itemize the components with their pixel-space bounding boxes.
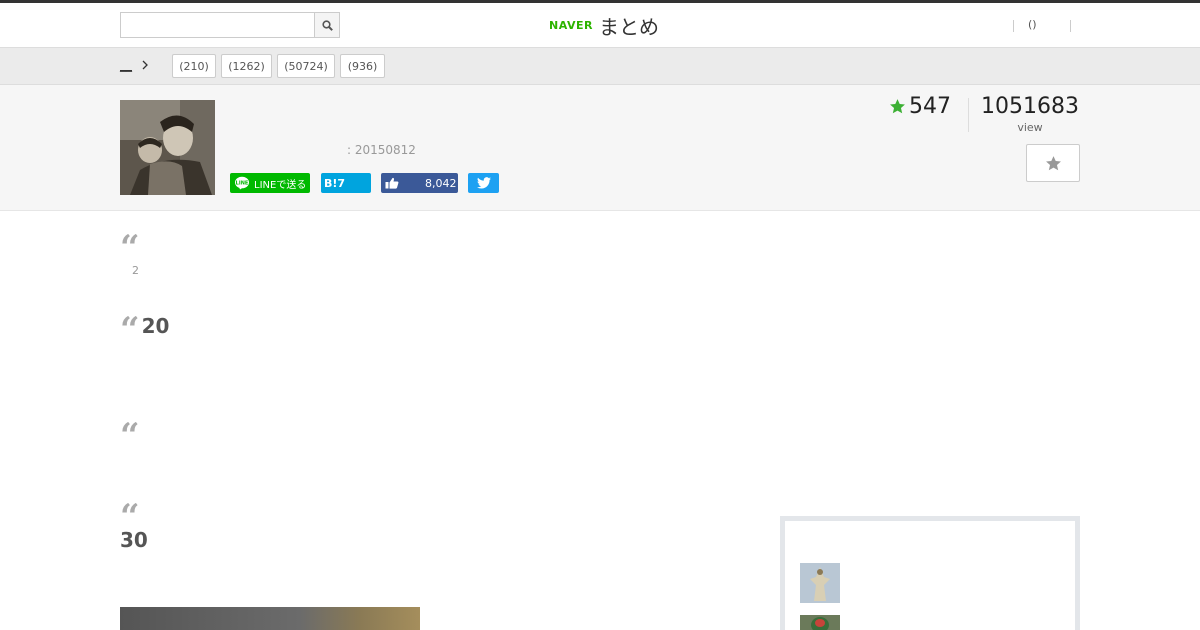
logo-naver-text: NAVER — [549, 18, 593, 32]
category-bar: __ (210) (1262) (50724) (936) — [0, 48, 1200, 85]
facebook-like-button[interactable]: 8,042 — [381, 173, 458, 193]
twitter-share-button[interactable] — [468, 173, 499, 193]
quote-heading-text: 20 — [141, 314, 170, 338]
source-note: 2 — [132, 264, 139, 277]
quote-mark-icon: “ — [120, 422, 140, 444]
search-box — [120, 12, 340, 38]
hatena-bookmark-label: B!7 — [324, 176, 346, 190]
facebook-like-count: 8,042 — [425, 176, 457, 190]
category-tag[interactable]: (936) — [340, 54, 385, 78]
svg-text:LINE: LINE — [236, 181, 249, 187]
related-item-thumbnail[interactable] — [800, 615, 840, 630]
stats-divider — [968, 98, 969, 132]
category-tag[interactable]: (50724) — [277, 54, 335, 78]
site-logo[interactable]: NAVER まとめ — [549, 12, 659, 39]
category-tag[interactable]: (1262) — [221, 54, 272, 78]
line-share-button[interactable]: LINE LINEで送る — [230, 173, 310, 193]
section-heading: 30 — [120, 528, 148, 552]
star-icon — [890, 99, 905, 114]
article-photo[interactable] — [120, 607, 420, 630]
line-icon: LINE — [235, 176, 249, 190]
quote-mark-icon: “ — [120, 503, 140, 525]
quote-heading: “ — [120, 422, 142, 444]
search-icon — [321, 19, 333, 31]
quote-mark-icon: “ — [120, 234, 140, 256]
quote-heading: “ 20 — [120, 314, 169, 338]
site-header: NAVER まとめ () — [0, 3, 1200, 48]
hatena-bookmark-button[interactable]: B!7 — [321, 173, 371, 193]
quote-mark-icon: “ — [120, 316, 140, 338]
author-thumbnail[interactable] — [120, 100, 215, 195]
update-date: : 20150812 — [347, 143, 416, 157]
quote-heading: “ — [120, 234, 142, 256]
line-share-label: LINEで送る — [254, 179, 307, 191]
search-input[interactable] — [121, 13, 315, 37]
category-tag[interactable]: (210) — [172, 54, 216, 78]
chevron-right-icon — [142, 60, 148, 70]
breadcrumb-home-link[interactable]: __ — [120, 58, 132, 72]
header-user-link[interactable]: () — [1028, 18, 1037, 31]
sidebar-related-box — [780, 516, 1080, 630]
article-header: : 20150812 LINE LINEで送る B!7 8,042 547 10… — [0, 85, 1200, 211]
quote-heading: “ — [120, 503, 142, 525]
twitter-bird-icon — [476, 177, 491, 189]
header-divider — [1013, 20, 1014, 32]
view-count-value: 1051683 — [981, 94, 1079, 119]
thumbs-up-icon — [385, 177, 399, 189]
favorite-count-value: 547 — [909, 94, 951, 119]
header-divider — [1070, 20, 1071, 32]
view-count-label: view — [1017, 121, 1043, 134]
add-favorite-button[interactable] — [1026, 144, 1080, 182]
search-button[interactable] — [314, 13, 339, 37]
logo-matome-text: まとめ — [598, 14, 659, 39]
favorite-count: 547 — [889, 94, 951, 119]
star-icon — [1045, 155, 1061, 170]
related-item-thumbnail[interactable] — [800, 563, 840, 603]
